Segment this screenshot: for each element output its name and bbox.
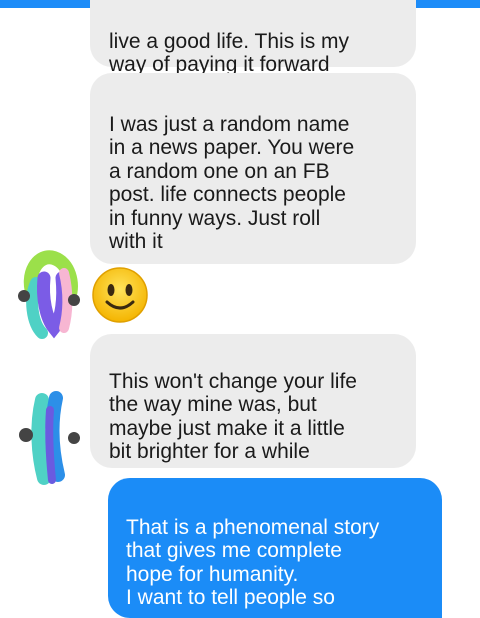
message-text: This won't change your life the way mine… — [109, 369, 357, 464]
incoming-message-bubble[interactable]: This won't change your life the way mine… — [90, 334, 416, 468]
contact-avatar-redacted[interactable] — [14, 390, 84, 490]
contact-avatar-redacted[interactable] — [14, 238, 84, 348]
message-text: That is a phenomenal story that gives me… — [126, 515, 380, 610]
smiling-face-emoji[interactable] — [91, 266, 149, 324]
message-text: I was just a random name in a news paper… — [109, 112, 355, 254]
incoming-message-bubble[interactable]: I was just a random name in a news paper… — [90, 73, 416, 264]
outgoing-message-bubble[interactable]: That is a phenomenal story that gives me… — [108, 478, 442, 618]
incoming-message-bubble[interactable]: live a good life. This is my way of payi… — [90, 0, 416, 76]
message-text: live a good life. This is my way of payi… — [109, 29, 350, 77]
